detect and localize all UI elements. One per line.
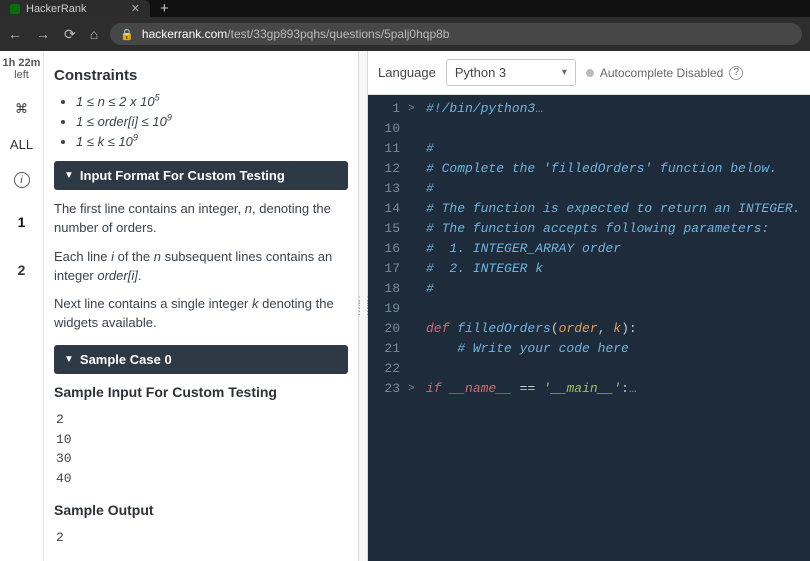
- input-format-header[interactable]: ▼ Input Format For Custom Testing: [54, 161, 348, 190]
- nav-icons: ← → ⟳ ⌂: [8, 26, 98, 43]
- editor-toolbar: Language Python 3 ▾ Autocomplete Disable…: [368, 51, 810, 95]
- timer: 1h 22m left: [3, 57, 41, 81]
- all-tab[interactable]: ALL: [10, 137, 33, 152]
- address-bar: ← → ⟳ ⌂ 🔒 hackerrank.com/test/33gp893pqh…: [0, 17, 810, 51]
- url-host: hackerrank.com: [142, 27, 227, 41]
- chevron-down-icon: ▾: [562, 67, 567, 78]
- autocomplete-text: Autocomplete Disabled: [600, 66, 723, 80]
- sample-output-label: Sample Output: [54, 502, 348, 518]
- fold-icon[interactable]: >: [408, 99, 418, 119]
- question-2-tab[interactable]: 2: [18, 256, 26, 284]
- sample-case-header[interactable]: ▼ Sample Case 0: [54, 345, 348, 374]
- language-dropdown[interactable]: Python 3 ▾: [446, 59, 576, 86]
- help-icon[interactable]: ?: [729, 66, 743, 80]
- browser-tab[interactable]: HackerRank ✕: [0, 0, 150, 17]
- home-icon[interactable]: ⌂: [90, 26, 98, 43]
- input-format-header-text: Input Format For Custom Testing: [80, 168, 285, 183]
- editor-panel: Language Python 3 ▾ Autocomplete Disable…: [368, 51, 810, 561]
- input-format-line2: Each line i of the n subsequent lines co…: [54, 248, 348, 286]
- browser-chrome: HackerRank ✕ + ← → ⟳ ⌂ 🔒 hackerrank.com/…: [0, 0, 810, 51]
- info-icon[interactable]: i: [14, 172, 30, 188]
- language-value: Python 3: [455, 65, 506, 80]
- sample-input-label: Sample Input For Custom Testing: [54, 384, 348, 400]
- gutter: 1 10 11 12 13 14 15 16 17 18 19 20 21 22…: [368, 95, 408, 561]
- constraint-item: 1 ≤ n ≤ 2 x 105: [76, 94, 348, 109]
- sample-output: 2: [54, 524, 348, 552]
- lock-icon: 🔒: [120, 28, 134, 41]
- fold-column: > >: [408, 95, 422, 561]
- autocomplete-indicator[interactable]: Autocomplete Disabled ?: [586, 66, 743, 80]
- input-format-line3: Next line contains a single integer k de…: [54, 295, 348, 333]
- sample-case-header-text: Sample Case 0: [80, 352, 172, 367]
- timer-label: left: [3, 69, 41, 81]
- sample-input: 2 10 30 40: [54, 406, 348, 492]
- reload-icon[interactable]: ⟳: [64, 26, 76, 43]
- language-label: Language: [378, 65, 436, 80]
- constraint-item: 1 ≤ order[i] ≤ 109: [76, 114, 348, 129]
- caret-down-icon: ▼: [64, 354, 74, 365]
- constraints-list: 1 ≤ n ≤ 2 x 105 1 ≤ order[i] ≤ 109 1 ≤ k…: [54, 94, 348, 149]
- forward-icon[interactable]: →: [36, 26, 50, 43]
- caret-down-icon: ▼: [64, 170, 74, 181]
- close-icon[interactable]: ✕: [131, 2, 140, 15]
- constraints-heading: Constraints: [54, 67, 348, 84]
- fold-icon[interactable]: >: [408, 379, 418, 399]
- favicon: [10, 4, 20, 14]
- input-format-line1: The first line contains an integer, n, d…: [54, 200, 348, 238]
- timer-value: 1h 22m: [3, 57, 41, 69]
- code-editor[interactable]: 1 10 11 12 13 14 15 16 17 18 19 20 21 22…: [368, 95, 810, 561]
- constraint-item: 1 ≤ k ≤ 109: [76, 134, 348, 149]
- app: 1h 22m left ⌘ ALL i 1 2 Constraints 1 ≤ …: [0, 51, 810, 561]
- question-1-tab[interactable]: 1: [18, 208, 26, 236]
- problem-panel: Constraints 1 ≤ n ≤ 2 x 105 1 ≤ order[i]…: [44, 51, 358, 561]
- vertical-nav: 1h 22m left ⌘ ALL i 1 2: [0, 51, 44, 561]
- status-dot-icon: [586, 69, 594, 77]
- back-icon[interactable]: ←: [8, 26, 22, 43]
- url-path: /test/33gp893pqhs/questions/5palj0hqp8b: [227, 27, 449, 41]
- url-input[interactable]: 🔒 hackerrank.com/test/33gp893pqhs/questi…: [110, 23, 802, 45]
- tab-title-text: HackerRank: [26, 3, 87, 15]
- splitter[interactable]: ⋮⋮⋮⋮⋮⋮: [358, 51, 368, 561]
- tab-bar: HackerRank ✕ +: [0, 0, 810, 17]
- code-lines: #!/bin/python3… # # Complete the 'filled…: [422, 95, 800, 561]
- new-tab-button[interactable]: +: [150, 0, 179, 17]
- command-icon[interactable]: ⌘: [15, 101, 28, 117]
